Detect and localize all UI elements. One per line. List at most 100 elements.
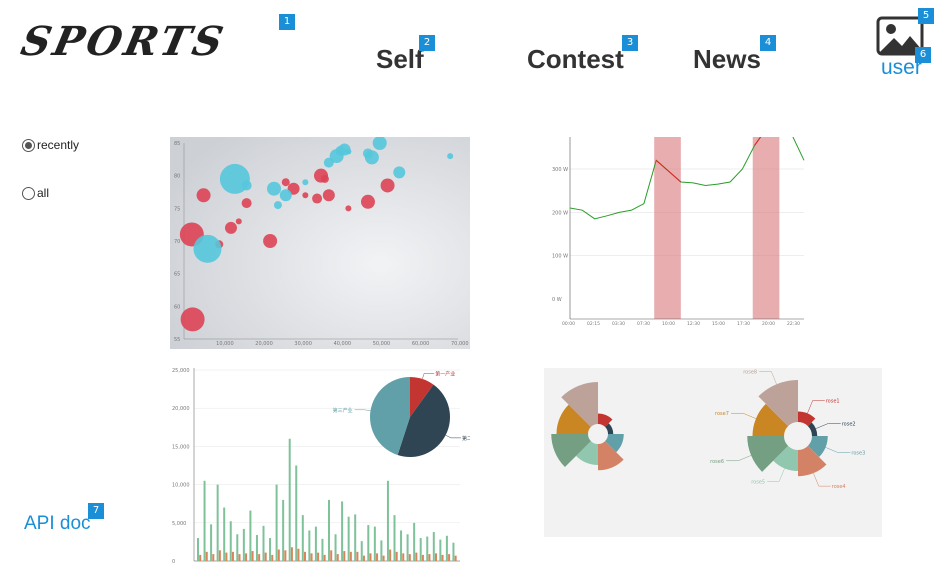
bar	[231, 551, 234, 561]
chart-bubble[interactable]: 55 60 65 70 75 80 85 10,000 20,000 30,000 40,000 50…	[170, 137, 470, 349]
rose-label: rose7	[715, 411, 729, 417]
x-tick-label: 12:30	[687, 321, 700, 327]
bar	[448, 554, 451, 561]
bar	[362, 555, 365, 561]
rose-label: rose8	[743, 369, 757, 375]
bar	[419, 538, 422, 561]
bar	[238, 554, 241, 561]
bar	[197, 538, 199, 561]
badge-self: 2	[419, 35, 435, 51]
chart-bar[interactable]: 0 5,000 10,000 15,000 20,000 25,000 第一产业第二产业 第三…	[170, 368, 470, 564]
chart-rose[interactable]: rose1 rose2 rose3 rose4 rose5 rose6 rose7 rose8	[544, 368, 882, 537]
bar	[452, 542, 455, 561]
bubble-point	[320, 174, 329, 183]
x-tick-label: 03:30	[612, 321, 625, 327]
y-tick-label: 80	[174, 174, 180, 180]
bubble-point	[241, 180, 252, 191]
bubble-point	[322, 189, 335, 202]
bar	[205, 551, 208, 561]
bar	[314, 526, 317, 561]
bar	[210, 524, 213, 561]
bar	[454, 555, 457, 561]
x-tick-label: 10,000	[216, 341, 234, 347]
x-tick-label: 30,000	[294, 341, 312, 347]
y-tick-label: 65	[174, 272, 180, 278]
bar	[406, 534, 409, 561]
bar	[323, 554, 326, 561]
chart-line[interactable]: 300 W 200 W 100 W 0 W 00:00 02:15 03:30 07:30 10…	[544, 137, 808, 329]
bar	[426, 536, 429, 561]
bubble-point	[180, 307, 205, 332]
bar	[321, 538, 324, 561]
bubble-point	[360, 194, 375, 209]
bar	[212, 554, 215, 561]
bar	[341, 501, 344, 561]
bar	[251, 551, 254, 561]
bubble-point	[224, 221, 237, 234]
y-tick-label: 0 W	[552, 297, 562, 303]
bar	[203, 480, 206, 561]
filter-recently-label: recently	[37, 138, 80, 152]
bar	[216, 484, 219, 561]
filter-recently[interactable]: recently	[22, 138, 79, 152]
bar	[435, 553, 437, 561]
nav-self[interactable]: Self	[376, 44, 424, 75]
bubble-point	[263, 234, 278, 248]
bar	[400, 530, 403, 561]
bar	[218, 550, 221, 561]
radio-all[interactable]	[22, 186, 35, 200]
filter-all[interactable]: all	[22, 186, 49, 200]
bar	[258, 554, 261, 561]
bar	[386, 480, 389, 561]
bar	[282, 499, 285, 561]
bar	[229, 521, 232, 561]
bubble-chart-svg: 55 60 65 70 75 80 85 10,000 20,000 30,000 40,000 50…	[170, 137, 470, 349]
bar	[336, 554, 339, 561]
rose-label: rose3	[851, 451, 865, 457]
nav-contest[interactable]: Contest	[527, 44, 624, 75]
pie-slice-label: 第一产业	[435, 370, 455, 377]
bar	[310, 553, 313, 561]
bubble-point	[302, 192, 309, 199]
pie-slice-label: 第三产业	[333, 407, 353, 414]
bar-chart-svg: 0 5,000 10,000 15,000 20,000 25,000 第一产业第二产业 第三…	[170, 368, 470, 564]
rose-label: rose1	[826, 398, 840, 404]
y-tick-label: 10,000	[172, 483, 190, 489]
bar	[249, 510, 252, 561]
user-link[interactable]: user	[881, 56, 922, 80]
bubble-point	[281, 178, 290, 187]
bar	[199, 554, 202, 561]
bubble-point	[364, 150, 379, 165]
x-tick-label: 70,000	[451, 341, 469, 347]
rose-chart-svg: rose1 rose2 rose3 rose4 rose5 rose6 rose7 rose8	[544, 368, 882, 537]
x-tick-label: 50,000	[373, 341, 391, 347]
radio-recently[interactable]	[22, 138, 35, 152]
y-tick-label: 20,000	[172, 406, 190, 412]
bar	[317, 552, 320, 561]
bar	[439, 539, 442, 561]
y-tick-label: 85	[174, 141, 180, 147]
bubble-point	[393, 166, 406, 179]
bar	[288, 438, 291, 561]
bubble-point	[279, 189, 292, 202]
bar	[295, 465, 298, 561]
bar	[297, 548, 300, 561]
x-tick-label: 15:00	[712, 321, 725, 327]
y-tick-label: 200 W	[552, 210, 568, 216]
bar	[428, 554, 431, 561]
bubble-point	[380, 178, 395, 193]
y-tick-label: 15,000	[172, 444, 190, 450]
bar	[432, 531, 435, 561]
bar	[271, 554, 274, 561]
y-tick-label: 300 W	[552, 167, 568, 173]
bar	[245, 553, 248, 561]
sports-logo[interactable]: SPORTS	[17, 18, 230, 65]
bar	[382, 555, 385, 561]
nav-news[interactable]: News	[693, 44, 761, 75]
y-tick-label: 0	[172, 559, 175, 564]
api-doc-link[interactable]: API doc	[24, 513, 91, 535]
bubble-point	[447, 153, 454, 160]
bar	[356, 551, 359, 561]
bar	[445, 535, 448, 561]
y-tick-label: 5,000	[172, 521, 186, 527]
